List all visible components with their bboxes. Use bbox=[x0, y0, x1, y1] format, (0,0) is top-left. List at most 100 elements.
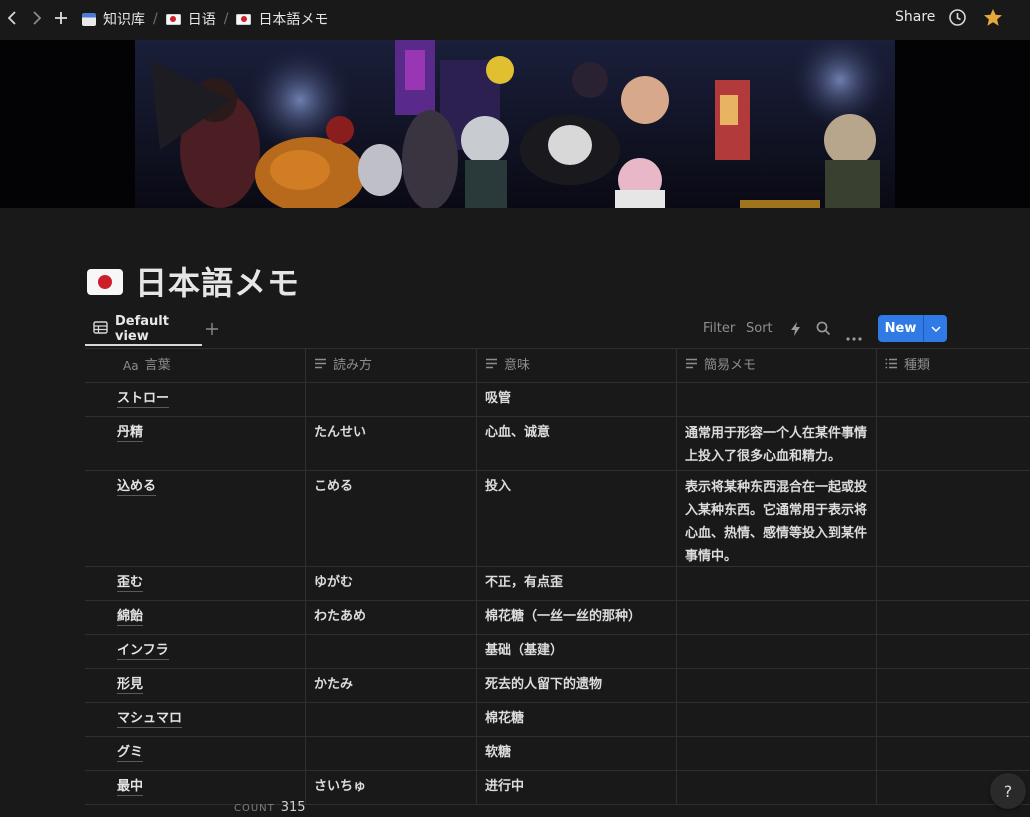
search-icon[interactable] bbox=[816, 321, 831, 340]
chevron-down-icon[interactable] bbox=[923, 315, 947, 342]
breadcrumb-item-knowledge-base[interactable]: 知识库 bbox=[82, 9, 145, 29]
cell-word[interactable]: 込める bbox=[85, 471, 306, 566]
page-header: 日本語メモ bbox=[87, 258, 300, 304]
cell-memo[interactable] bbox=[677, 669, 877, 702]
filter-button[interactable]: Filter bbox=[703, 321, 735, 336]
cell-memo[interactable] bbox=[677, 737, 877, 770]
database-table: Aa 言葉 読み方 意味 簡易メモ 種類 ストロー 吸管 丹精 たんせい 心血、… bbox=[85, 348, 1030, 805]
column-header-word[interactable]: Aa 言葉 bbox=[85, 349, 306, 382]
cell-memo[interactable] bbox=[677, 567, 877, 600]
cell-word[interactable]: グミ bbox=[85, 737, 306, 770]
cell-meaning[interactable]: 投入 bbox=[477, 471, 677, 566]
cell-type[interactable] bbox=[877, 383, 1030, 416]
text-lines-icon bbox=[485, 355, 498, 377]
list-icon bbox=[885, 355, 898, 377]
page-title[interactable]: 日本語メモ bbox=[135, 258, 300, 304]
table-row[interactable]: 形見 かたみ 死去的人留下的遗物 bbox=[85, 669, 1030, 703]
cell-reading[interactable] bbox=[306, 703, 477, 736]
column-header-type[interactable]: 種類 bbox=[877, 349, 1030, 382]
column-header-reading[interactable]: 読み方 bbox=[306, 349, 477, 382]
cell-type[interactable] bbox=[877, 567, 1030, 600]
table-row[interactable]: 綿飴 わたあめ 棉花糖（一丝一丝的那种） bbox=[85, 601, 1030, 635]
more-options-icon[interactable] bbox=[846, 326, 862, 345]
cell-reading[interactable] bbox=[306, 737, 477, 770]
cell-meaning[interactable]: 棉花糖 bbox=[477, 703, 677, 736]
cell-type[interactable] bbox=[877, 471, 1030, 566]
favorite-star-icon[interactable] bbox=[983, 8, 1003, 31]
database-icon bbox=[82, 12, 96, 26]
cell-reading[interactable]: こめる bbox=[306, 471, 477, 566]
cell-type[interactable] bbox=[877, 417, 1030, 470]
back-arrow-icon[interactable] bbox=[6, 10, 18, 26]
breadcrumb-item-japanese[interactable]: 日语 bbox=[165, 9, 216, 29]
tab-default-view[interactable]: Default view bbox=[85, 314, 202, 346]
cell-type[interactable] bbox=[877, 635, 1030, 668]
breadcrumb-separator: / bbox=[153, 11, 158, 27]
cell-meaning[interactable]: 棉花糖（一丝一丝的那种） bbox=[477, 601, 677, 634]
japan-flag-icon bbox=[165, 13, 181, 25]
text-lines-icon bbox=[314, 355, 327, 377]
help-button[interactable]: ? bbox=[990, 773, 1026, 809]
cell-meaning[interactable]: 软糖 bbox=[477, 737, 677, 770]
cell-memo[interactable] bbox=[677, 703, 877, 736]
cell-type[interactable] bbox=[877, 601, 1030, 634]
cell-reading[interactable]: わたあめ bbox=[306, 601, 477, 634]
cell-reading[interactable]: かたみ bbox=[306, 669, 477, 702]
plus-icon[interactable] bbox=[53, 10, 69, 26]
row-count: COUNT 315 bbox=[234, 800, 306, 815]
cell-memo[interactable] bbox=[677, 635, 877, 668]
add-view-icon[interactable] bbox=[205, 320, 219, 341]
cell-memo[interactable]: 表示将某种东西混合在一起或投入某种东西。它通常用于表示将心血、热情、感情等投入到… bbox=[677, 471, 877, 566]
column-header-meaning[interactable]: 意味 bbox=[477, 349, 677, 382]
cell-type[interactable] bbox=[877, 669, 1030, 702]
new-button-label[interactable]: New bbox=[878, 315, 923, 342]
cell-word[interactable]: ストロー bbox=[85, 383, 306, 416]
cell-reading[interactable] bbox=[306, 635, 477, 668]
cell-type[interactable] bbox=[877, 737, 1030, 770]
table-row[interactable]: グミ 软糖 bbox=[85, 737, 1030, 771]
cell-reading[interactable]: さいちゅ bbox=[306, 771, 477, 804]
table-row[interactable]: 込める こめる 投入 表示将某种东西混合在一起或投入某种东西。它通常用于表示将心… bbox=[85, 471, 1030, 567]
cell-type[interactable] bbox=[877, 703, 1030, 736]
column-header-memo[interactable]: 簡易メモ bbox=[677, 349, 877, 382]
table-row[interactable]: 丹精 たんせい 心血、诚意 通常用于形容一个人在某件事情上投入了很多心血和精力。 bbox=[85, 417, 1030, 471]
cell-reading[interactable] bbox=[306, 383, 477, 416]
cell-meaning[interactable]: 吸管 bbox=[477, 383, 677, 416]
cell-memo[interactable] bbox=[677, 383, 877, 416]
lightning-automation-icon[interactable] bbox=[790, 321, 801, 341]
cell-memo[interactable] bbox=[677, 771, 877, 804]
cell-word[interactable]: マシュマロ bbox=[85, 703, 306, 736]
breadcrumb: 知识库 / 日语 / 日本語メモ bbox=[82, 9, 328, 29]
cell-meaning[interactable]: 死去的人留下的遗物 bbox=[477, 669, 677, 702]
table-row[interactable]: 歪む ゆがむ 不正，有点歪 bbox=[85, 567, 1030, 601]
cell-meaning[interactable]: 不正，有点歪 bbox=[477, 567, 677, 600]
table-header-row: Aa 言葉 読み方 意味 簡易メモ 種類 bbox=[85, 348, 1030, 383]
table-icon bbox=[93, 320, 108, 338]
table-row[interactable]: 最中 さいちゅ 进行中 bbox=[85, 771, 1030, 805]
new-record-button[interactable]: New bbox=[878, 315, 947, 342]
cell-memo[interactable] bbox=[677, 601, 877, 634]
cell-word[interactable]: インフラ bbox=[85, 635, 306, 668]
forward-arrow-icon[interactable] bbox=[31, 10, 43, 26]
japan-flag-icon[interactable] bbox=[87, 268, 123, 295]
cell-reading[interactable]: ゆがむ bbox=[306, 567, 477, 600]
cell-word[interactable]: 歪む bbox=[85, 567, 306, 600]
table-row[interactable]: インフラ 基础（基建） bbox=[85, 635, 1030, 669]
cell-word[interactable]: 綿飴 bbox=[85, 601, 306, 634]
sort-button[interactable]: Sort bbox=[746, 321, 773, 336]
breadcrumb-separator: / bbox=[223, 11, 229, 27]
cell-word[interactable]: 形見 bbox=[85, 669, 306, 702]
cell-meaning[interactable]: 基础（基建） bbox=[477, 635, 677, 668]
count-value: 315 bbox=[280, 800, 306, 815]
cell-memo[interactable]: 通常用于形容一个人在某件事情上投入了很多心血和精力。 bbox=[677, 417, 877, 470]
cell-word[interactable]: 丹精 bbox=[85, 417, 306, 470]
table-row[interactable]: マシュマロ 棉花糖 bbox=[85, 703, 1030, 737]
cell-meaning[interactable]: 进行中 bbox=[477, 771, 677, 804]
text-lines-icon bbox=[685, 355, 698, 377]
breadcrumb-item-current-page[interactable]: 日本語メモ bbox=[236, 9, 328, 29]
clock-history-icon[interactable] bbox=[948, 8, 967, 31]
cell-meaning[interactable]: 心血、诚意 bbox=[477, 417, 677, 470]
table-row[interactable]: ストロー 吸管 bbox=[85, 383, 1030, 417]
cell-reading[interactable]: たんせい bbox=[306, 417, 477, 470]
share-button[interactable]: Share bbox=[895, 9, 935, 25]
